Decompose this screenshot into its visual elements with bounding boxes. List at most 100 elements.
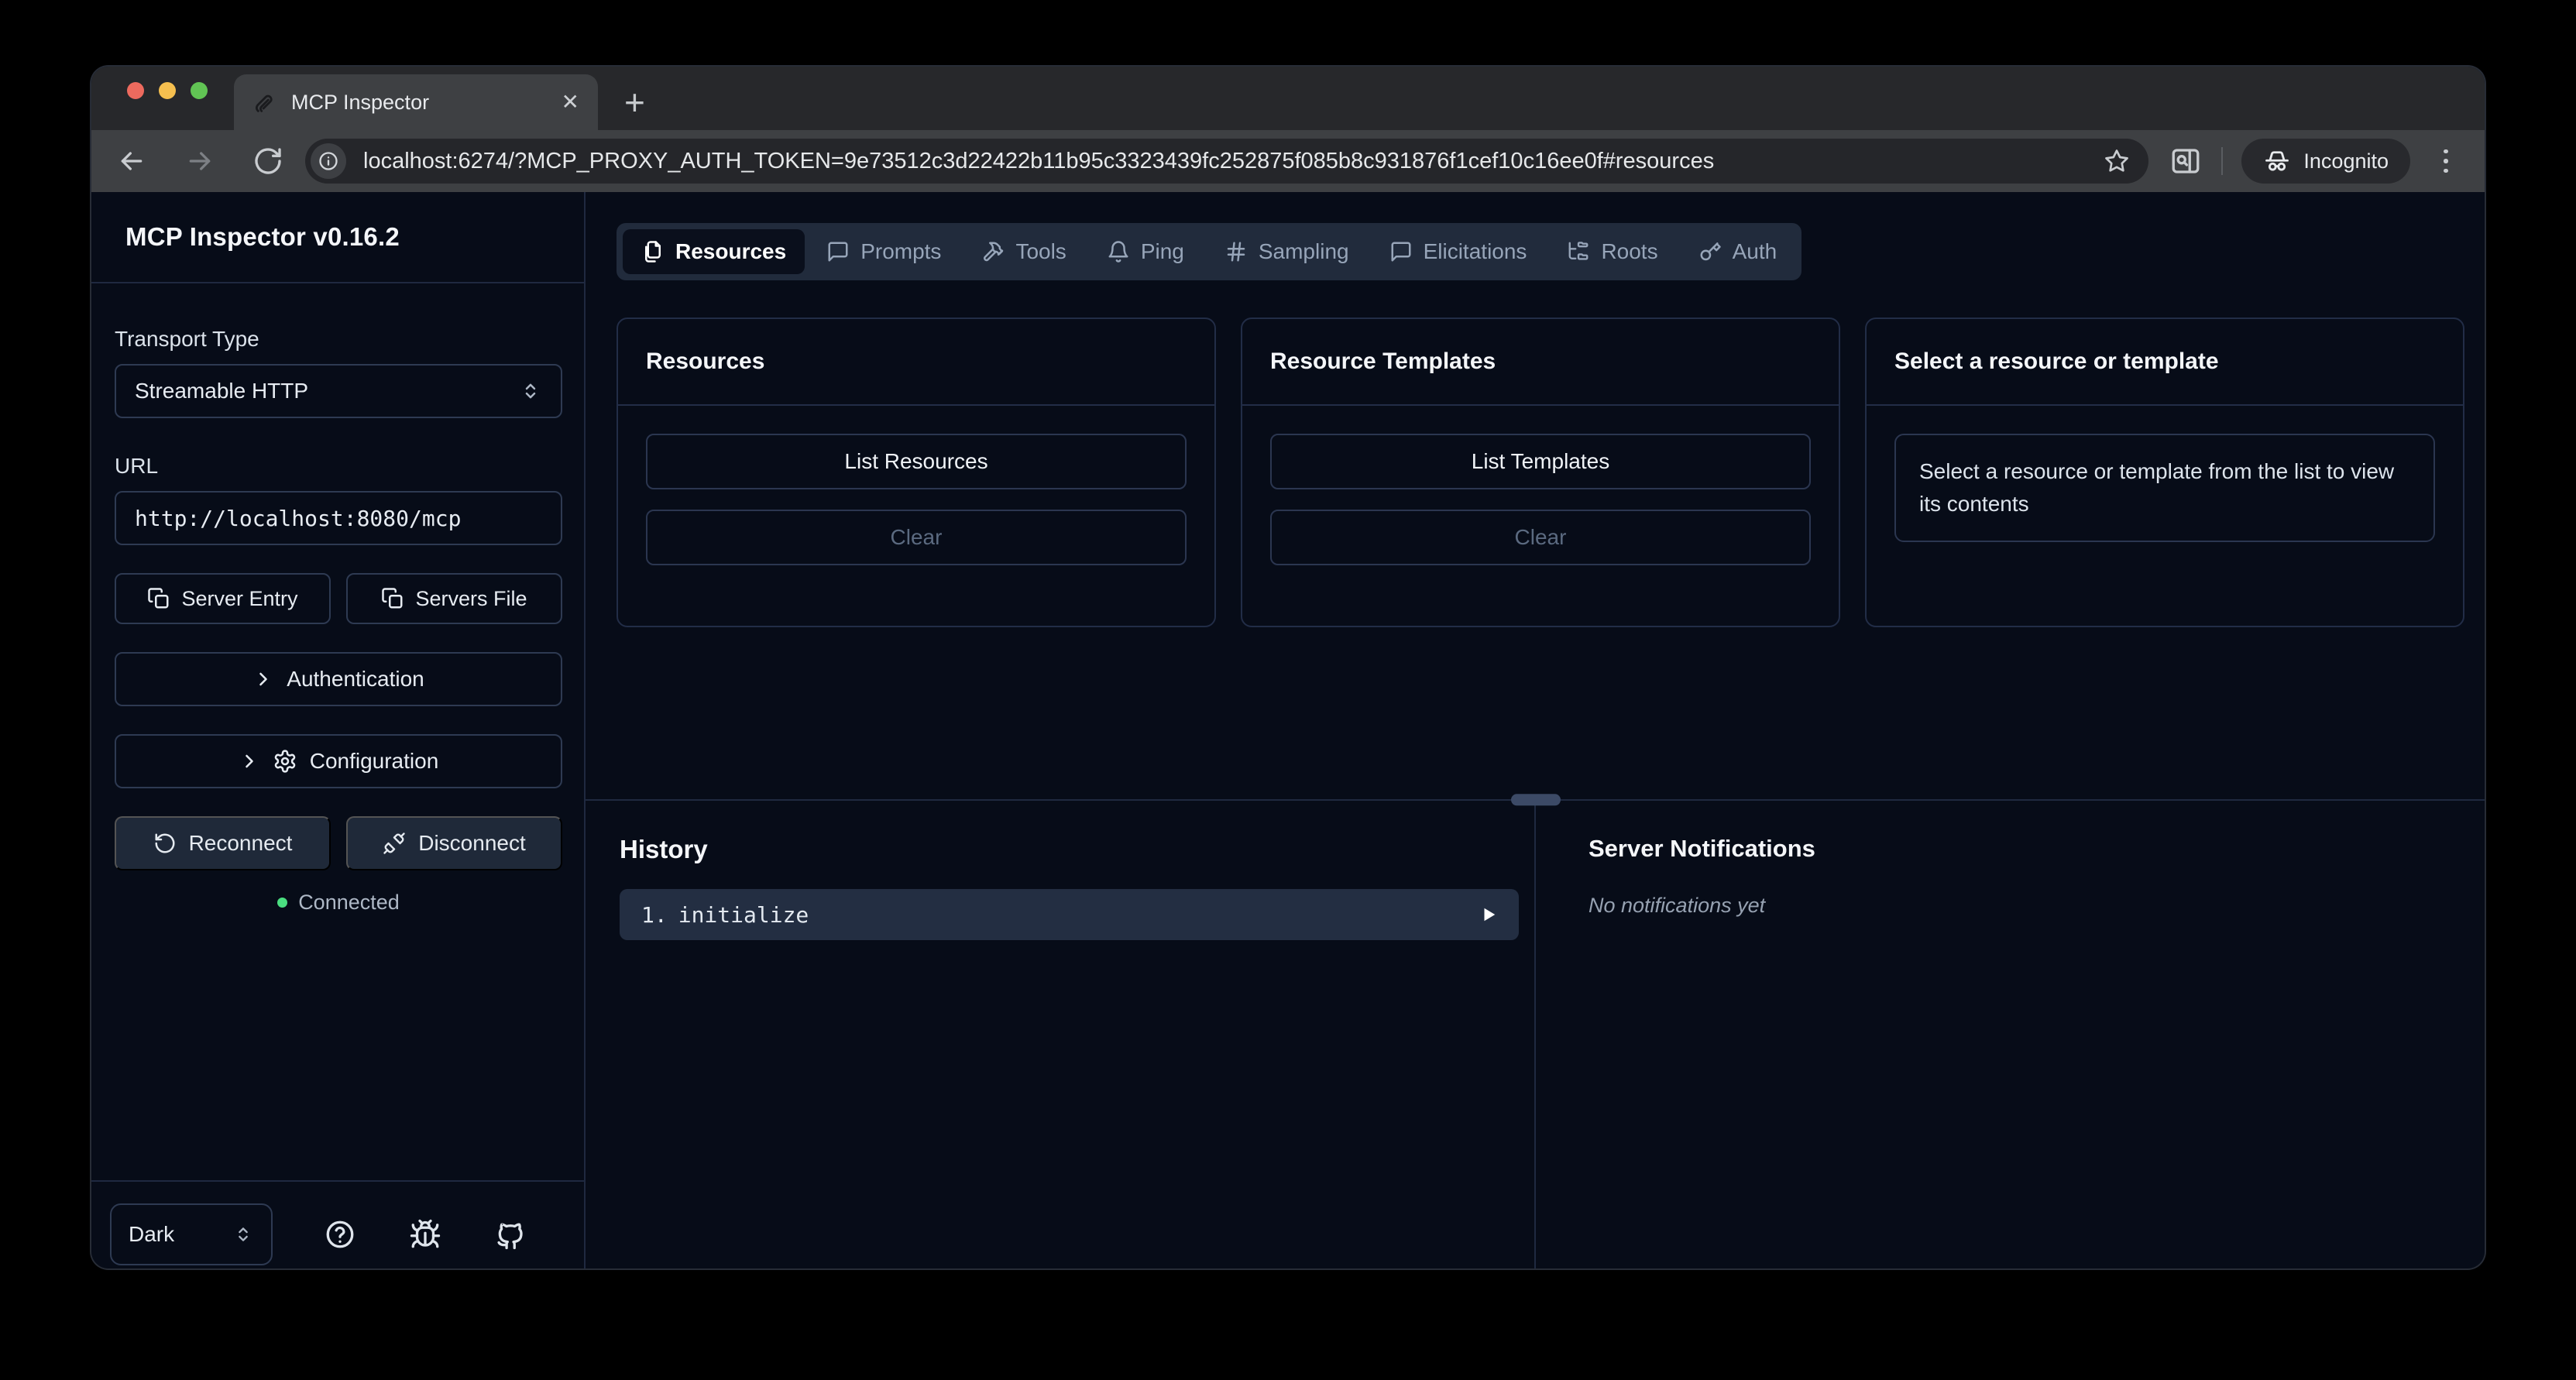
unplug-icon bbox=[383, 832, 406, 855]
sidebar-header: MCP Inspector v0.16.2 bbox=[91, 192, 584, 283]
tab-ping[interactable]: Ping bbox=[1088, 229, 1203, 274]
incognito-badge: Incognito bbox=[2241, 139, 2410, 184]
forward-icon[interactable] bbox=[183, 144, 217, 178]
tab-label: Elicitations bbox=[1424, 239, 1527, 264]
tab-close-icon[interactable]: ✕ bbox=[562, 91, 579, 113]
chevron-right-icon bbox=[252, 668, 274, 690]
tab-label: Auth bbox=[1733, 239, 1777, 264]
configuration-toggle[interactable]: Configuration bbox=[115, 734, 562, 788]
list-templates-button[interactable]: List Templates bbox=[1270, 434, 1811, 489]
status-dot bbox=[277, 898, 287, 908]
expand-play-icon[interactable] bbox=[1480, 906, 1497, 923]
side-panel-search-icon[interactable] bbox=[2169, 144, 2203, 178]
servers-file-label: Servers File bbox=[415, 587, 527, 611]
server-entry-button[interactable]: Server Entry bbox=[115, 573, 331, 624]
back-icon[interactable] bbox=[115, 144, 149, 178]
tab-resources[interactable]: Resources bbox=[623, 229, 805, 274]
tab-auth[interactable]: Auth bbox=[1680, 229, 1796, 274]
tab-label: Sampling bbox=[1259, 239, 1349, 264]
split-drag-handle[interactable] bbox=[1511, 794, 1561, 805]
rotate-ccw-icon bbox=[153, 832, 177, 855]
tab-title: MCP Inspector bbox=[291, 91, 429, 115]
chevron-up-down-icon bbox=[232, 1224, 254, 1245]
chevron-up-down-icon bbox=[519, 379, 542, 403]
hash-icon bbox=[1224, 240, 1248, 263]
reload-icon[interactable] bbox=[251, 144, 285, 178]
reconnect-label: Reconnect bbox=[189, 831, 293, 856]
history-item-index: 1. bbox=[641, 902, 668, 928]
theme-select[interactable]: Dark bbox=[110, 1203, 273, 1265]
tab-label: Resources bbox=[675, 239, 786, 264]
mcp-logo-favicon bbox=[252, 90, 277, 115]
history-item-label: initialize bbox=[678, 902, 809, 928]
copy-icon bbox=[381, 587, 404, 610]
transport-type-value: Streamable HTTP bbox=[135, 379, 308, 403]
detail-placeholder: Select a resource or template from the l… bbox=[1894, 434, 2435, 542]
close-window-button[interactable] bbox=[127, 82, 144, 99]
connection-status: Connected bbox=[115, 891, 562, 915]
tab-roots[interactable]: Roots bbox=[1548, 229, 1676, 274]
resources-view: Resources Prompts Tools Ping bbox=[586, 192, 2485, 799]
app-title: MCP Inspector v0.16.2 bbox=[125, 222, 400, 252]
tab-prompts[interactable]: Prompts bbox=[808, 229, 960, 274]
templates-panel-title: Resource Templates bbox=[1270, 348, 1496, 375]
sidebar-body: Transport Type Streamable HTTP URL http:… bbox=[91, 283, 584, 915]
server-entry-label: Server Entry bbox=[181, 587, 297, 611]
servers-file-button[interactable]: Servers File bbox=[346, 573, 562, 624]
tab-sampling[interactable]: Sampling bbox=[1206, 229, 1368, 274]
files-icon bbox=[641, 240, 665, 263]
message-square-icon bbox=[1389, 240, 1413, 263]
configuration-label: Configuration bbox=[310, 749, 439, 774]
reconnect-button[interactable]: Reconnect bbox=[115, 816, 331, 870]
sidebar: MCP Inspector v0.16.2 Transport Type Str… bbox=[91, 192, 586, 1268]
browser-tab-mcp-inspector[interactable]: MCP Inspector ✕ bbox=[234, 74, 598, 130]
url-label: URL bbox=[115, 454, 562, 479]
incognito-label: Incognito bbox=[2303, 149, 2389, 173]
zoom-window-button[interactable] bbox=[191, 82, 208, 99]
panels-row: Resources List Resources Clear Resource … bbox=[617, 318, 2464, 627]
url-text[interactable]: localhost:6274/?MCP_PROXY_AUTH_TOKEN=9e7… bbox=[363, 149, 2094, 174]
tab-elicitations[interactable]: Elicitations bbox=[1371, 229, 1546, 274]
authentication-label: Authentication bbox=[287, 667, 424, 692]
history-item[interactable]: 1. initialize bbox=[620, 889, 1519, 940]
server-notifications-pane: Server Notifications No notifications ye… bbox=[1536, 801, 2485, 1268]
authentication-toggle[interactable]: Authentication bbox=[115, 652, 562, 706]
window-controls bbox=[127, 82, 208, 99]
tab-label: Prompts bbox=[860, 239, 941, 264]
transport-type-label: Transport Type bbox=[115, 327, 562, 352]
notifications-title: Server Notifications bbox=[1589, 835, 2485, 863]
server-url-input[interactable]: http://localhost:8080/mcp bbox=[115, 491, 562, 545]
address-bar[interactable]: localhost:6274/?MCP_PROXY_AUTH_TOKEN=9e7… bbox=[305, 139, 2148, 184]
copy-buttons-row: Server Entry Servers File bbox=[115, 573, 562, 624]
disconnect-label: Disconnect bbox=[418, 831, 526, 856]
bottom-split: History 1. initialize Server Notificatio… bbox=[586, 799, 2485, 1268]
message-square-icon bbox=[826, 240, 850, 263]
bug-icon[interactable] bbox=[407, 1217, 443, 1252]
folder-tree-icon bbox=[1567, 240, 1590, 263]
list-resources-button[interactable]: List Resources bbox=[646, 434, 1187, 489]
github-icon[interactable] bbox=[493, 1217, 528, 1252]
disconnect-button[interactable]: Disconnect bbox=[346, 816, 562, 870]
tab-label: Ping bbox=[1141, 239, 1184, 264]
clear-resources-button[interactable]: Clear bbox=[646, 510, 1187, 565]
bell-icon bbox=[1107, 240, 1130, 263]
resource-templates-panel: Resource Templates List Templates Clear bbox=[1241, 318, 1840, 627]
minimize-window-button[interactable] bbox=[159, 82, 176, 99]
desktop: MCP Inspector ✕ + localhost:6274/?MCP_PR… bbox=[0, 0, 2576, 1380]
browser-menu-icon[interactable] bbox=[2430, 149, 2461, 173]
server-url-value: http://localhost:8080/mcp bbox=[135, 506, 461, 531]
clear-templates-button[interactable]: Clear bbox=[1270, 510, 1811, 565]
mcp-inspector-app: MCP Inspector v0.16.2 Transport Type Str… bbox=[91, 192, 2485, 1268]
detail-panel-title: Select a resource or template bbox=[1894, 348, 2219, 375]
theme-value: Dark bbox=[129, 1222, 174, 1247]
transport-type-select[interactable]: Streamable HTTP bbox=[115, 364, 562, 418]
tab-label: Roots bbox=[1601, 239, 1657, 264]
site-info-icon[interactable] bbox=[311, 143, 346, 179]
gear-icon bbox=[273, 749, 297, 774]
tab-label: Tools bbox=[1015, 239, 1066, 264]
tab-tools[interactable]: Tools bbox=[963, 229, 1084, 274]
new-tab-button[interactable]: + bbox=[624, 85, 645, 119]
bookmark-star-icon[interactable] bbox=[2104, 148, 2130, 174]
hammer-icon bbox=[981, 240, 1005, 263]
help-icon[interactable] bbox=[322, 1217, 358, 1252]
